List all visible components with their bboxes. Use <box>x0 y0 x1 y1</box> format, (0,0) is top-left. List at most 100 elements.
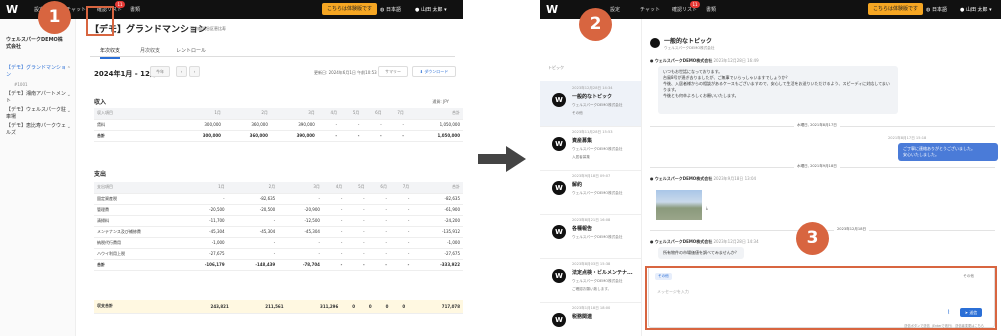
topic-preview: ご確認お願い致します。 <box>572 287 612 291</box>
topic-avatar: W <box>552 313 566 327</box>
table-cell: 390,000 <box>271 130 319 142</box>
topic-name: 各種報告 <box>572 226 593 232</box>
tab-annual[interactable]: 年次収支 <box>100 47 121 59</box>
sidebar-item-parking[interactable]: 【デモ】ウェルスパーク駐車場 <box>6 107 67 121</box>
table-cell: - <box>390 248 414 260</box>
table-cell: - <box>346 248 369 260</box>
this-year-button[interactable]: 今年 <box>150 66 170 77</box>
table-cell: 合計 <box>94 259 178 271</box>
callout-step-2: 2 <box>579 8 612 41</box>
nav-documents[interactable]: 書類 <box>706 6 716 13</box>
message-time: 2023年12月28日 16:49 <box>713 58 759 63</box>
table-cell: - <box>385 130 408 142</box>
nav-documents[interactable]: 書類 <box>130 6 140 13</box>
grand-total-row: 収支合計 243,821 211,561 311,296 0 0 0 0 717,078 <box>94 300 463 314</box>
table-cell: - <box>390 215 414 227</box>
sidebar-item-ebisu[interactable]: 【デモ】恵比寿パークウェルズ <box>6 123 67 137</box>
chevron-down-icon[interactable]: ⌄ <box>67 92 71 98</box>
table-cell: 1,050,000 <box>407 130 463 142</box>
nav-chat[interactable]: チャット <box>640 6 660 13</box>
chevron-up-icon[interactable]: ⌃ <box>67 66 71 72</box>
table-row: 賃料 300,000 360,000 390,000- - - -1,050,000 <box>94 119 463 131</box>
trial-banner[interactable]: こちらは体験版です <box>322 3 378 15</box>
table-cell: 1月 <box>178 182 229 194</box>
sidebar-item-shonan[interactable]: 【デモ】湘南アパートメント <box>6 91 67 105</box>
message-sender: ウェルスパークDEMO株式会社 <box>654 239 713 244</box>
summary-button[interactable]: サマリー <box>378 66 408 77</box>
table-cell: 360,000 <box>224 130 272 142</box>
chat-subtitle: ウェルスパークDEMO株式会社 <box>664 46 715 50</box>
table-cell: -333,922 <box>413 259 463 271</box>
trial-banner[interactable]: こちらは体験版です <box>868 3 924 15</box>
date-divider-label: 水曜日, 2021年8月17日 <box>794 123 840 128</box>
language-label: 日本語 <box>385 7 401 13</box>
topic-item[interactable]: W 2023年9月18日 09:07 解約 ウェルスパークDEMO株式会社 <box>540 169 641 215</box>
table-cell: - <box>368 226 391 238</box>
topic-item[interactable]: W 2023年12月28日 14:34 一般的なトピック ウェルスパークDEMO株式会… <box>540 81 641 127</box>
tab-bar: 年次収支 月次収支 レントロール <box>90 47 455 59</box>
table-row: ハウイ利用上税 -27,675- - - - - - -27,675 <box>94 248 463 260</box>
table-cell: 5月 <box>341 108 364 120</box>
user-name: 山田 太郎 <box>965 7 988 13</box>
topic-preview: その他 <box>572 111 583 115</box>
table-cell: - <box>346 215 369 227</box>
topic-avatar: W <box>552 269 566 283</box>
table-cell: メンテナンス及び補修費 <box>94 226 178 238</box>
topic-company: ウェルスパークDEMO株式会社 <box>572 147 623 151</box>
table-cell: -45,304 <box>228 226 280 238</box>
table-cell: -12,500 <box>279 215 324 227</box>
tab-rent-roll[interactable]: レントロール <box>176 47 206 54</box>
attachment-icon[interactable]: ⤓ <box>706 205 708 210</box>
table-cell: -20,500 <box>178 204 229 216</box>
chevron-down-icon[interactable]: ⌄ <box>67 108 71 114</box>
table-cell: -1,000 <box>413 237 463 249</box>
topic-company: ウェルスパークDEMO株式会社 <box>572 103 623 107</box>
sidebar-item-grand-mansion[interactable]: 【デモ】グランドマンション <box>6 65 67 79</box>
table-cell: - <box>390 204 414 216</box>
table-row: 固定資産税 - -82,635- - - - - -82,635 <box>94 193 463 205</box>
language-selector[interactable]: ◍ 日本語 <box>926 6 947 13</box>
next-button[interactable]: › <box>189 66 200 77</box>
building-photo[interactable] <box>656 190 702 220</box>
language-selector[interactable]: ◍ 日本語 <box>380 6 401 13</box>
table-cell: 3月 <box>271 108 319 120</box>
topic-avatar: W <box>552 225 566 239</box>
table-cell: - <box>323 193 347 205</box>
table-cell: - <box>279 248 324 260</box>
topic-item[interactable]: W 2023年8月03日 15:38 法定点検・ビルメンテナ... ウェルスパークDE… <box>540 257 641 303</box>
chevron-down-icon[interactable]: ⌄ <box>67 124 71 130</box>
download-label: ダウンロード <box>424 69 449 74</box>
currency-unit: 通貨: JPY <box>432 99 449 104</box>
table-cell: - <box>323 215 347 227</box>
table-cell: - <box>385 119 408 131</box>
topic-company: ウェルスパークDEMO株式会社 <box>572 279 623 283</box>
callout-step-3: 3 <box>796 222 829 255</box>
prev-button[interactable]: ‹ <box>176 66 187 77</box>
screenshot-financials: W 設定 チャット 確認リスト 11 書類 こちらは体験版です ◍ 日本語 ● … <box>0 0 463 336</box>
table-cell: 211,561 <box>232 300 288 314</box>
table-cell: 固定資産税 <box>94 193 178 205</box>
user-menu[interactable]: ● 山田 太郎 ▾ <box>960 6 992 13</box>
topic-item[interactable]: W 2023年8月21日 16:08 各種報告 ウェルスパークDEMO株式会社 <box>540 213 641 259</box>
app-logo: W <box>6 3 19 16</box>
table-cell: 合計 <box>407 108 463 120</box>
tab-monthly[interactable]: 月次収支 <box>140 47 160 54</box>
main-content: 【デモ】グランドマンション 東京都渋谷区恵比寿 年次収支 月次収支 レントロール… <box>80 19 463 336</box>
message-line: 今後とも何卒よろしくお願いいたします。 <box>663 93 739 98</box>
sidebar-item-room[interactable]: #1001 <box>14 81 67 88</box>
table-cell: 243,821 <box>178 300 233 314</box>
topic-item[interactable]: W 2023年1月18日 18:00 税務関連 <box>540 301 641 336</box>
nav-settings[interactable]: 設定 <box>610 6 620 13</box>
topic-name: 資産募集 <box>572 138 593 144</box>
topic-item[interactable]: W 2023年11月28日 15:53 資産募集 ウェルスパークDEMO株式会社 入居者… <box>540 125 641 171</box>
table-cell: -61,900 <box>413 204 463 216</box>
income-section-title: 収入 <box>94 99 107 106</box>
table-cell: -11,700 <box>178 215 229 227</box>
table-cell: - <box>368 204 391 216</box>
download-button[interactable]: ⬇ ダウンロード <box>412 66 456 77</box>
message-line: 安心いたしました。 <box>903 152 939 157</box>
check-list-badge: 11 <box>690 1 700 8</box>
table-cell: - <box>390 193 414 205</box>
user-menu[interactable]: ● 山田 太郎 ▾ <box>415 6 447 13</box>
table-cell: -27,675 <box>178 248 229 260</box>
